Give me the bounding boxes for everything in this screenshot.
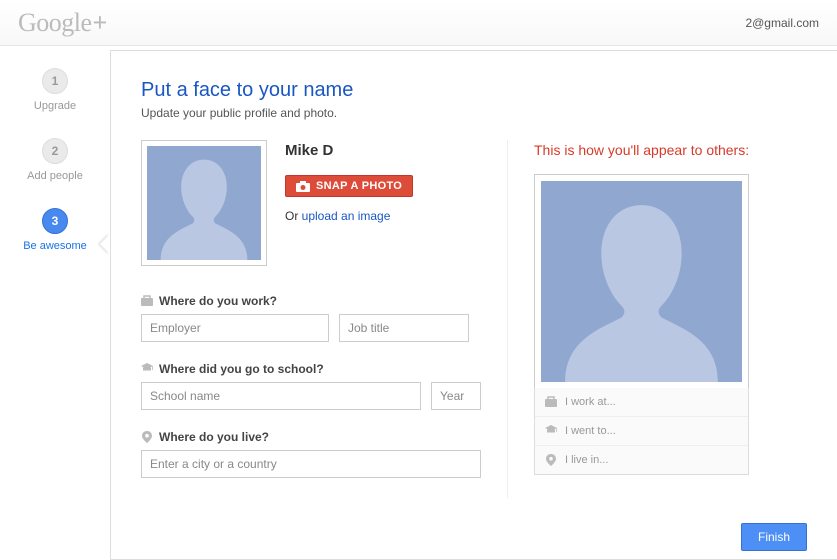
camera-icon — [296, 181, 310, 192]
briefcase-icon — [545, 396, 557, 408]
finish-button[interactable]: Finish — [741, 523, 807, 551]
graduation-cap-icon — [141, 363, 153, 375]
upload-alternative: Or upload an image — [285, 209, 481, 223]
graduation-cap-icon — [545, 425, 557, 437]
school-name-input[interactable] — [141, 382, 421, 410]
map-pin-icon — [545, 454, 557, 466]
active-step-pointer — [100, 234, 110, 254]
step-label: Upgrade — [34, 100, 76, 112]
snap-photo-button[interactable]: SNAP A PHOTO — [285, 175, 413, 197]
briefcase-icon — [141, 295, 153, 307]
step-upgrade[interactable]: 1 Upgrade — [34, 68, 76, 112]
preview-column: This is how you'll appear to others: I w… — [534, 140, 807, 498]
employer-input[interactable] — [141, 314, 329, 342]
step-number: 2 — [42, 138, 68, 164]
live-label: Where do you live? — [159, 430, 269, 444]
logo-text: Google — [18, 8, 92, 37]
step-label: Add people — [27, 170, 83, 182]
live-field-group: Where do you live? — [141, 430, 481, 478]
preview-live: I live in... — [535, 445, 748, 474]
map-pin-icon — [141, 431, 153, 443]
upload-image-link[interactable]: upload an image — [302, 209, 391, 223]
preview-photo-frame — [534, 174, 749, 389]
school-field-group: Where did you go to school? — [141, 362, 481, 410]
school-label: Where did you go to school? — [159, 362, 324, 376]
preview-work: I work at... — [535, 388, 748, 416]
user-email[interactable]: 2@gmail.com — [745, 16, 819, 30]
preview-school: I went to... — [535, 416, 748, 445]
school-year-input[interactable] — [431, 382, 481, 410]
work-label: Where do you work? — [159, 294, 277, 308]
header: Google+ 2@gmail.com — [0, 0, 837, 46]
step-number: 3 — [42, 208, 68, 234]
profile-name: Mike D — [285, 142, 481, 159]
page-title: Put a face to your name — [141, 79, 807, 102]
preview-info-list: I work at... I went to... I live in... — [534, 388, 749, 475]
profile-photo-frame[interactable] — [141, 140, 267, 266]
page-subtitle: Update your public profile and photo. — [141, 106, 807, 120]
work-field-group: Where do you work? — [141, 294, 481, 342]
step-be-awesome[interactable]: 3 Be awesome — [23, 208, 87, 252]
google-plus-logo: Google+ — [18, 8, 107, 38]
step-number: 1 — [42, 68, 68, 94]
step-label: Be awesome — [23, 240, 87, 252]
form-column: Mike D SNAP A PHOTO Or upload an image — [141, 140, 508, 498]
snap-button-label: SNAP A PHOTO — [316, 180, 402, 192]
main-card: Put a face to your name Update your publ… — [110, 50, 837, 560]
job-title-input[interactable] — [339, 314, 469, 342]
logo-plus: + — [93, 8, 107, 37]
avatar-silhouette-icon — [147, 146, 261, 260]
preview-heading: This is how you'll appear to others: — [534, 142, 807, 158]
city-input[interactable] — [141, 450, 481, 478]
step-add-people[interactable]: 2 Add people — [27, 138, 83, 182]
step-sidebar: 1 Upgrade 2 Add people 3 Be awesome — [0, 46, 110, 560]
avatar-silhouette-icon — [541, 181, 742, 382]
